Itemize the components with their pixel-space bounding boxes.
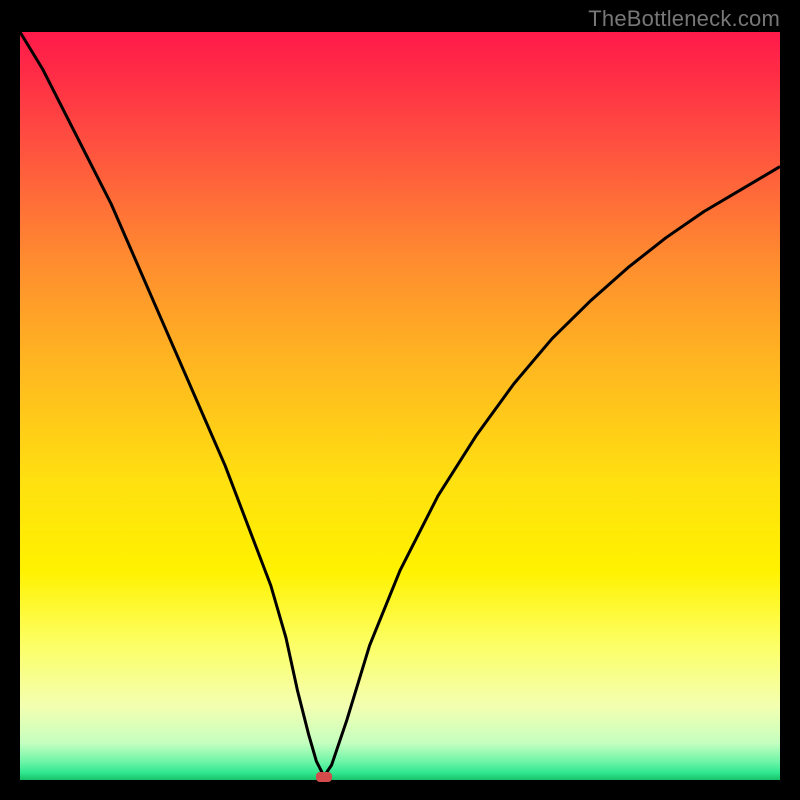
chart-frame: TheBottleneck.com	[0, 0, 800, 800]
bottleneck-chart	[0, 0, 800, 800]
watermark-text: TheBottleneck.com	[588, 6, 780, 32]
optimal-point-marker	[316, 772, 332, 782]
plot-area	[20, 32, 780, 780]
